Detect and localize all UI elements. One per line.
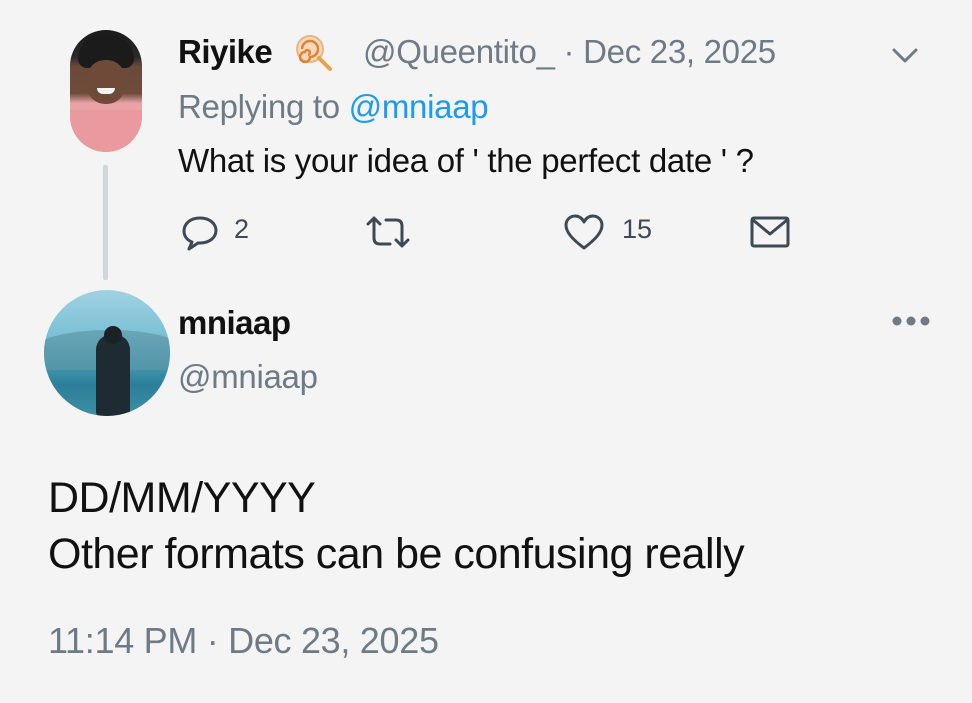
separator-dot: · — [563, 33, 575, 70]
reply-count: 2 — [234, 214, 250, 244]
avatar-person — [96, 334, 130, 416]
parent-tweet-text: What is your idea of ' the perfect date … — [178, 142, 754, 179]
replying-prefix: Replying to — [178, 88, 349, 125]
envelope-icon[interactable] — [748, 212, 792, 252]
chevron-down-icon[interactable] — [888, 40, 922, 70]
parent-handle-date: @Queentito_ · Dec 23, 2025 — [363, 33, 776, 71]
lollipop-emoji-icon — [296, 35, 332, 71]
retweet-icon[interactable] — [364, 214, 412, 250]
replying-to: Replying to @mniaap — [178, 88, 489, 126]
tweet-date: Dec 23, 2025 — [228, 620, 439, 661]
avatar-face — [87, 60, 125, 104]
reply-icon[interactable] — [180, 212, 220, 252]
separator-dot: · — [206, 620, 219, 661]
heart-icon[interactable] — [562, 212, 606, 252]
main-tweet-text-line1: DD/MM/YYYY — [48, 474, 316, 522]
avatar-shirt — [70, 110, 142, 152]
parent-author-name[interactable]: Riyike — [178, 33, 273, 71]
replying-mention-link[interactable]: @mniaap — [349, 88, 489, 125]
avatar-queentito[interactable] — [70, 30, 142, 152]
avatar-mniaap[interactable] — [44, 290, 170, 416]
avatar-person-head — [104, 326, 122, 344]
main-author-name[interactable]: mniaap — [178, 304, 291, 342]
parent-handle[interactable]: @Queentito_ — [363, 33, 555, 70]
main-handle[interactable]: @mniaap — [178, 358, 318, 396]
parent-date[interactable]: Dec 23, 2025 — [583, 33, 776, 70]
thread-connector-line — [103, 165, 108, 280]
main-tweet-text-line2: Other formats can be confusing really — [48, 530, 745, 578]
like-count: 15 — [622, 214, 653, 244]
tweet-time: 11:14 PM — [48, 620, 198, 661]
more-dots-icon[interactable] — [890, 312, 932, 330]
main-tweet-timestamp[interactable]: 11:14 PM · Dec 23, 2025 — [48, 620, 439, 662]
